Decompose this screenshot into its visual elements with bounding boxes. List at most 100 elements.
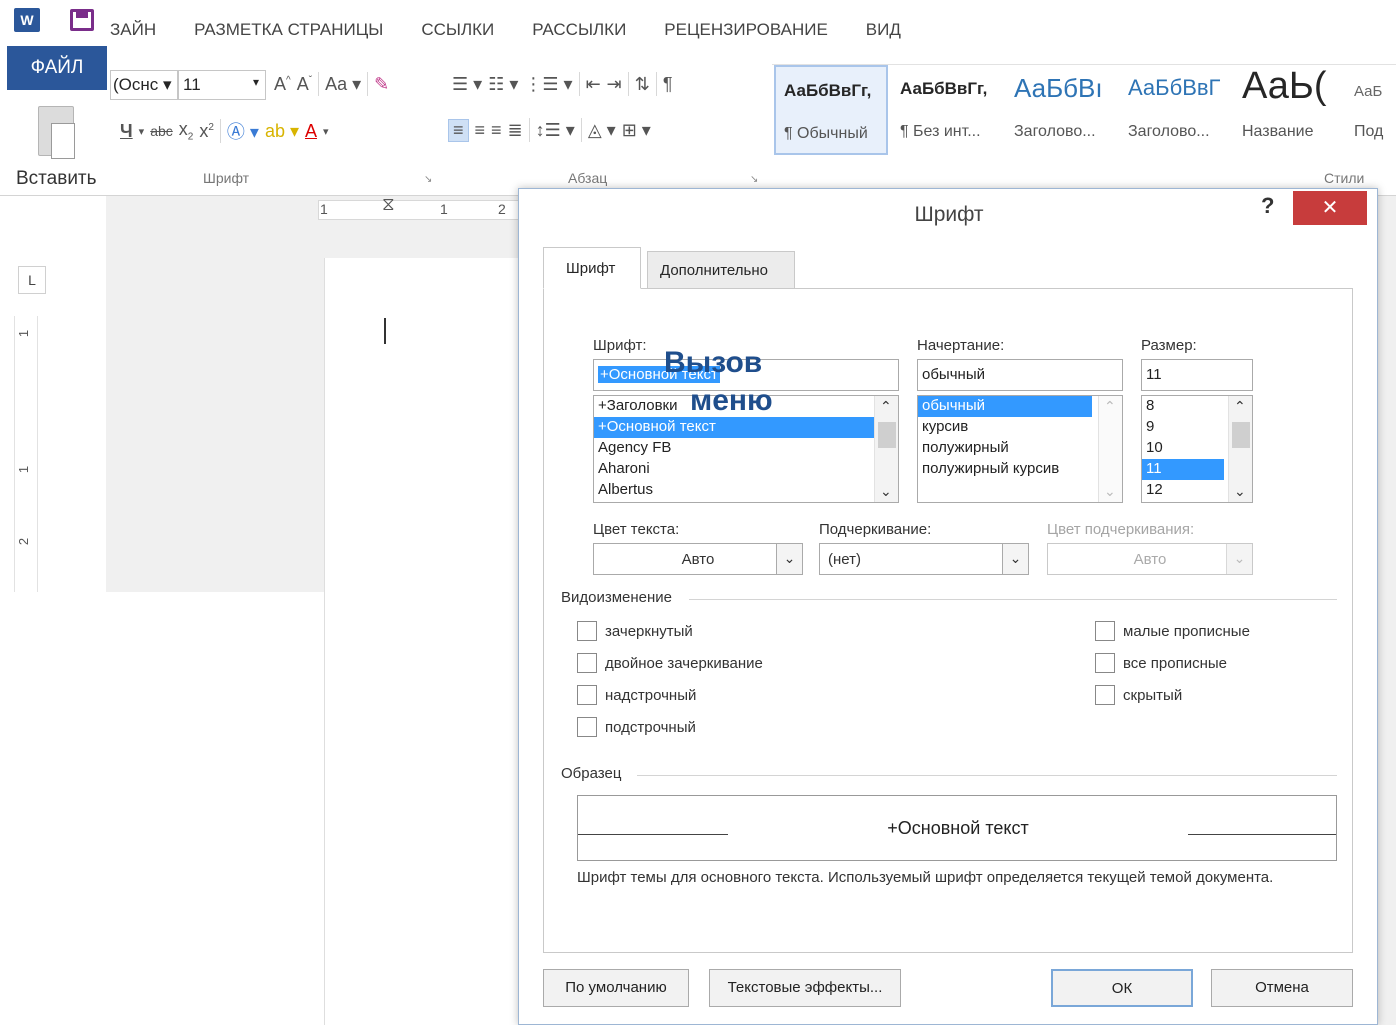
sort-icon[interactable]: ⇅ (635, 74, 650, 95)
font-name-combo[interactable]: (Оснс ▾ (110, 70, 178, 100)
quick-access-toolbar: W (0, 0, 110, 40)
bullets-icon[interactable]: ☰ ▾ (452, 74, 482, 95)
grow-font-icon[interactable]: A^ (274, 74, 291, 95)
style-input[interactable]: обычный (917, 359, 1123, 391)
align-center-icon[interactable]: ≡ (475, 120, 486, 141)
chevron-down-icon[interactable]: ⌄ (1104, 483, 1116, 500)
font-list-scrollbar[interactable]: ⌃ ⌄ (874, 396, 898, 502)
shading-icon[interactable]: ◬ ▾ (588, 120, 616, 141)
font-size-value: 11 (183, 75, 201, 94)
chevron-down-icon[interactable]: ⌄ (880, 483, 892, 500)
text-effects-icon[interactable]: Ⓐ ▾ (227, 118, 259, 144)
small-caps-checkbox[interactable]: малые прописные (1095, 621, 1250, 641)
list-item[interactable]: полужирный курсив (918, 459, 1122, 480)
chevron-down-icon[interactable]: ⌄ (1234, 483, 1246, 500)
underline-select[interactable]: (нет) ⌄ (819, 543, 1029, 575)
change-case-icon[interactable]: Aa ▾ (325, 74, 361, 95)
ribbon-tabs: ЗАЙН РАЗМЕТКА СТРАНИЦЫ ССЫЛКИ РАССЫЛКИ Р… (108, 20, 920, 46)
tab-design[interactable]: ЗАЙН (108, 20, 175, 46)
clear-format-icon[interactable]: ✎ (374, 74, 389, 95)
highlight-icon[interactable]: ab ▾ (265, 121, 299, 142)
superscript-checkbox[interactable]: надстрочный (577, 685, 696, 705)
size-list[interactable]: 8 9 10 11 12 ⌃ ⌄ (1141, 395, 1253, 503)
shrink-font-icon[interactable]: Aˇ (297, 74, 312, 95)
list-item[interactable]: +Основной текст (594, 417, 898, 438)
effects-section-title: Видоизменение (561, 589, 673, 606)
borders-icon[interactable]: ⊞ ▾ (622, 120, 651, 141)
font-color-value: Авто (681, 551, 715, 568)
list-item[interactable]: обычный (918, 396, 1092, 417)
align-left-icon[interactable]: ≡ (448, 118, 469, 142)
increase-indent-icon[interactable]: ⇥ (607, 74, 622, 95)
font-color-icon[interactable]: A (305, 121, 317, 142)
size-list-scrollbar[interactable]: ⌃ ⌄ (1228, 396, 1252, 502)
ruler-scale (318, 200, 528, 220)
tab-view[interactable]: ВИД (847, 20, 920, 46)
horizontal-ruler[interactable]: 1 ⧖ 1 2 (106, 194, 528, 224)
tab-mailings[interactable]: РАССЫЛКИ (513, 20, 645, 46)
chevron-up-icon[interactable]: ⌃ (1234, 398, 1246, 415)
tab-page-layout[interactable]: РАЗМЕТКА СТРАНИЦЫ (175, 20, 402, 46)
list-item[interactable]: Agency FB (594, 438, 898, 459)
tab-selector[interactable]: L (18, 266, 46, 294)
scroll-thumb[interactable] (1232, 422, 1250, 448)
document-page[interactable] (324, 258, 524, 1025)
list-item[interactable]: полужирный (918, 438, 1122, 459)
close-button[interactable]: ✕ (1293, 191, 1367, 225)
style-normal[interactable]: АаБбВвГг, ¶ Обычный (774, 65, 888, 155)
help-button[interactable]: ? (1261, 193, 1281, 223)
subscript-icon[interactable]: x2 (179, 119, 194, 143)
line-spacing-icon[interactable]: ↕☰ ▾ (536, 120, 575, 141)
paste-button[interactable]: Вставить ▼ (0, 100, 110, 210)
scroll-thumb[interactable] (878, 422, 896, 448)
style-list-scrollbar[interactable]: ⌃ ⌄ (1098, 396, 1122, 502)
double-strikethrough-checkbox[interactable]: двойное зачеркивание (577, 653, 763, 673)
set-default-button[interactable]: По умолчанию (543, 969, 689, 1007)
all-caps-checkbox[interactable]: все прописные (1095, 653, 1227, 673)
list-item[interactable]: Albertus (594, 480, 898, 501)
subscript-checkbox[interactable]: подстрочный (577, 717, 696, 737)
vertical-ruler[interactable]: 1 1 2 (14, 316, 38, 592)
file-tab[interactable]: ФАЙЛ (7, 46, 107, 90)
text-effects-button[interactable]: Текстовые эффекты... (709, 969, 901, 1007)
size-input[interactable]: 11 (1141, 359, 1253, 391)
tab-review[interactable]: РЕЦЕНЗИРОВАНИЕ (645, 20, 847, 46)
paragraph-dialog-launcher-icon[interactable]: ↘ (750, 174, 758, 185)
style-list[interactable]: обычный курсив полужирный полужирный кур… (917, 395, 1123, 503)
font-color-select[interactable]: Авто ⌄ (593, 543, 803, 575)
list-item[interactable]: курсив (918, 417, 1122, 438)
style-heading-2[interactable]: АаБбВвГ Заголово... (1118, 65, 1230, 155)
style-subtitle[interactable]: АаБ Под (1344, 65, 1396, 155)
style-heading-1[interactable]: АаБбВı Заголово... (1004, 65, 1116, 155)
style-title[interactable]: АаЬ( Название (1232, 65, 1342, 155)
chevron-up-icon[interactable]: ⌃ (1104, 398, 1116, 415)
align-right-icon[interactable]: ≡ (491, 120, 502, 141)
tab-references[interactable]: ССЫЛКИ (402, 20, 513, 46)
dialog-title: Шрифт (914, 203, 984, 226)
tab-advanced[interactable]: Дополнительно (647, 251, 795, 289)
list-item[interactable]: Aharoni (594, 459, 898, 480)
underline-color-select: Авто ⌄ (1047, 543, 1253, 575)
numbering-icon[interactable]: ☷ ▾ (488, 74, 518, 95)
underline-icon[interactable]: Ч (120, 121, 133, 142)
chevron-down-icon[interactable]: ⌄ (1002, 544, 1028, 574)
hidden-checkbox[interactable]: скрытый (1095, 685, 1182, 705)
chevron-down-icon[interactable]: ⌄ (776, 544, 802, 574)
save-icon[interactable] (70, 9, 94, 31)
strikethrough-checkbox[interactable]: зачеркнутый (577, 621, 693, 641)
list-item[interactable]: 11 (1142, 459, 1224, 480)
style-no-spacing[interactable]: АаБбВвГг, ¶ Без инт... (890, 65, 1002, 155)
superscript-icon[interactable]: x2 (199, 121, 214, 142)
decrease-indent-icon[interactable]: ⇤ (586, 74, 601, 95)
pilcrow-icon[interactable]: ¶ (663, 74, 673, 95)
strikethrough-icon[interactable]: abc (150, 123, 173, 139)
multilevel-list-icon[interactable]: ⋮☰ ▾ (524, 74, 572, 95)
tab-font[interactable]: Шрифт (543, 247, 641, 289)
font-size-combo[interactable]: 11 ▾ (178, 70, 266, 100)
cancel-button[interactable]: Отмена (1211, 969, 1353, 1007)
chevron-up-icon[interactable]: ⌃ (880, 398, 892, 415)
ok-button[interactable]: ОК (1051, 969, 1193, 1007)
indent-marker-icon[interactable]: ⧖ (382, 194, 395, 215)
justify-icon[interactable]: ≣ (508, 120, 523, 141)
font-dialog-launcher-icon[interactable]: ↘ (424, 174, 432, 185)
